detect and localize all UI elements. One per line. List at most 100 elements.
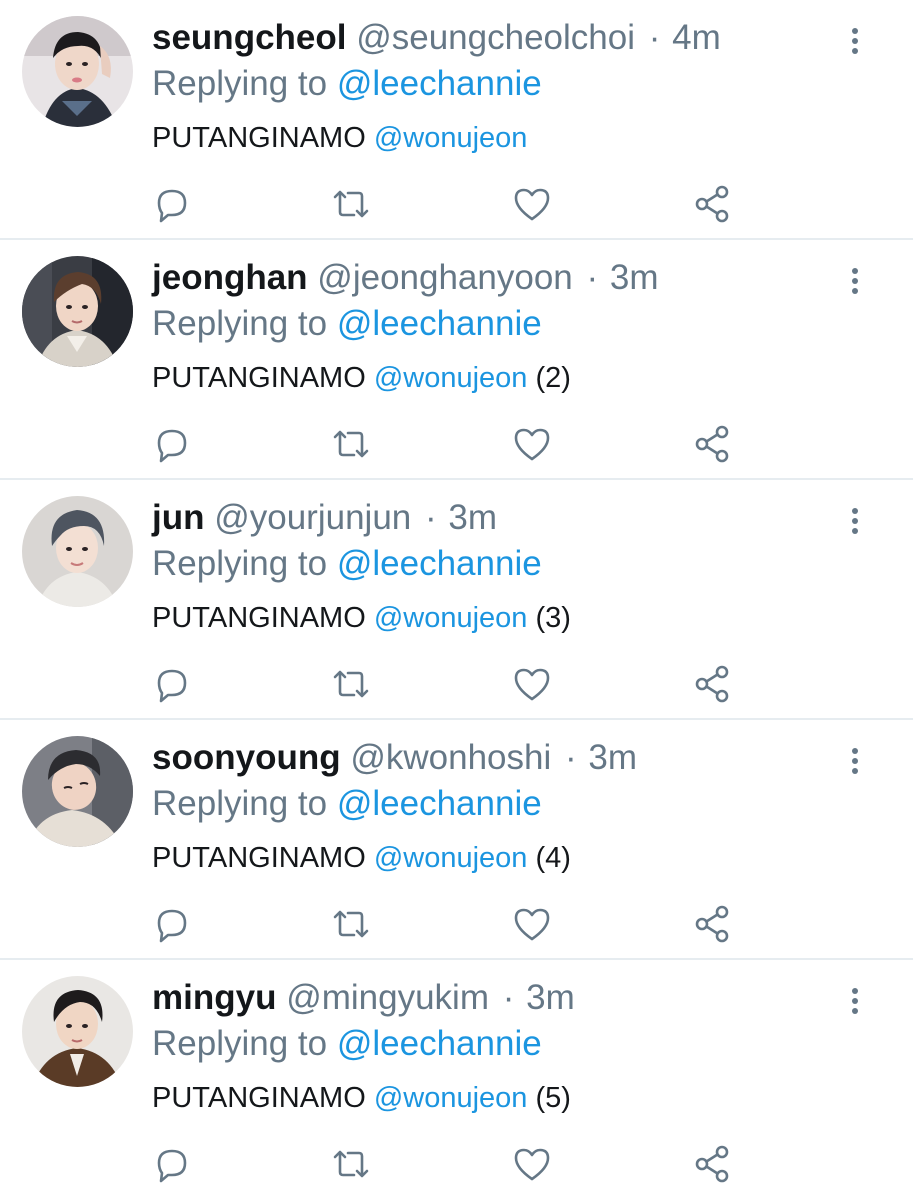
like-icon[interactable] <box>510 662 554 706</box>
tweet-body-suffix: (5) <box>535 1082 571 1114</box>
tweet-header: jun @yourjunjun · 3m <box>152 496 497 540</box>
timestamp[interactable]: 3m <box>448 498 497 537</box>
replying-to-label: Replying to <box>152 544 328 583</box>
tweet-text: PUTANGINAMO @wonujeon (3) <box>152 598 571 638</box>
share-icon[interactable] <box>690 422 734 466</box>
retweet-icon[interactable] <box>329 902 373 946</box>
like-icon[interactable] <box>510 902 554 946</box>
timestamp[interactable]: 4m <box>672 18 721 57</box>
replying-to: Replying to @leechannie <box>152 302 542 346</box>
like-icon[interactable] <box>510 422 554 466</box>
retweet-icon[interactable] <box>329 662 373 706</box>
tweet-header: jeonghan @jeonghanyoon · 3m <box>152 256 659 300</box>
tweet-header: soonyoung @kwonhoshi · 3m <box>152 736 637 780</box>
replying-to-link[interactable]: @leechannie <box>337 304 542 343</box>
share-icon[interactable] <box>690 1142 734 1186</box>
display-name[interactable]: seungcheol <box>152 18 346 57</box>
tweet-body-suffix: (3) <box>535 602 571 634</box>
mention-link[interactable]: @wonujeon <box>374 602 528 634</box>
tweet[interactable]: soonyoung @kwonhoshi · 3m Replying to @l… <box>0 720 913 960</box>
display-name[interactable]: mingyu <box>152 978 276 1017</box>
timestamp[interactable]: 3m <box>610 258 659 297</box>
user-handle[interactable]: @jeonghanyoon <box>317 258 572 297</box>
like-icon[interactable] <box>510 182 554 226</box>
more-options-icon[interactable] <box>842 986 868 1016</box>
timestamp[interactable]: 3m <box>588 738 637 777</box>
tweet-text: PUTANGINAMO @wonujeon <box>152 118 527 158</box>
mention-link[interactable]: @wonujeon <box>374 122 528 154</box>
tweet-header: seungcheol @seungcheolchoi · 4m <box>152 16 721 60</box>
user-handle[interactable]: @mingyukim <box>286 978 489 1017</box>
tweet[interactable]: jeonghan @jeonghanyoon · 3m Replying to … <box>0 240 913 480</box>
tweet-text: PUTANGINAMO @wonujeon (2) <box>152 358 571 398</box>
replying-to: Replying to @leechannie <box>152 542 542 586</box>
user-handle[interactable]: @yourjunjun <box>214 498 411 537</box>
display-name[interactable]: jeonghan <box>152 258 308 297</box>
more-options-icon[interactable] <box>842 506 868 536</box>
replying-to: Replying to @leechannie <box>152 1022 542 1066</box>
tweet-body-suffix: (2) <box>535 362 571 394</box>
tweet[interactable]: jun @yourjunjun · 3m Replying to @leecha… <box>0 480 913 720</box>
reply-icon[interactable] <box>150 182 194 226</box>
tweet-text: PUTANGINAMO @wonujeon (5) <box>152 1078 571 1118</box>
replying-to-link[interactable]: @leechannie <box>337 544 542 583</box>
tweet-text: PUTANGINAMO @wonujeon (4) <box>152 838 571 878</box>
tweet[interactable]: mingyu @mingyukim · 3m Replying to @leec… <box>0 960 913 1200</box>
tweet-body-text: PUTANGINAMO <box>152 362 366 394</box>
separator-dot: · <box>564 738 577 777</box>
share-icon[interactable] <box>690 902 734 946</box>
more-options-icon[interactable] <box>842 746 868 776</box>
tweet-body-text: PUTANGINAMO <box>152 122 366 154</box>
replying-to-link[interactable]: @leechannie <box>337 1024 542 1063</box>
reply-icon[interactable] <box>150 902 194 946</box>
tweet-body-suffix: (4) <box>535 842 571 874</box>
mention-link[interactable]: @wonujeon <box>374 1082 528 1114</box>
avatar[interactable] <box>22 256 133 367</box>
more-options-icon[interactable] <box>842 266 868 296</box>
timestamp[interactable]: 3m <box>526 978 575 1017</box>
separator-dot: · <box>648 18 661 57</box>
reply-icon[interactable] <box>150 662 194 706</box>
tweet-actions <box>0 182 913 226</box>
mention-link[interactable]: @wonujeon <box>374 362 528 394</box>
replying-to: Replying to @leechannie <box>152 62 542 106</box>
separator-dot: · <box>586 258 599 297</box>
mention-link[interactable]: @wonujeon <box>374 842 528 874</box>
retweet-icon[interactable] <box>329 182 373 226</box>
replying-to-label: Replying to <box>152 304 328 343</box>
avatar[interactable] <box>22 736 133 847</box>
tweet-header: mingyu @mingyukim · 3m <box>152 976 575 1020</box>
tweet-actions <box>0 662 913 706</box>
retweet-icon[interactable] <box>329 1142 373 1186</box>
replying-to-label: Replying to <box>152 1024 328 1063</box>
reply-feed: seungcheol @seungcheolchoi · 4m Replying… <box>0 0 913 1200</box>
tweet-actions <box>0 902 913 946</box>
replying-to-link[interactable]: @leechannie <box>337 784 542 823</box>
tweet-actions <box>0 422 913 466</box>
avatar[interactable] <box>22 976 133 1087</box>
tweet-body-text: PUTANGINAMO <box>152 1082 366 1114</box>
user-handle[interactable]: @kwonhoshi <box>350 738 551 777</box>
share-icon[interactable] <box>690 182 734 226</box>
display-name[interactable]: soonyoung <box>152 738 341 777</box>
separator-dot: · <box>502 978 515 1017</box>
replying-to: Replying to @leechannie <box>152 782 542 826</box>
replying-to-label: Replying to <box>152 784 328 823</box>
tweet-body-text: PUTANGINAMO <box>152 602 366 634</box>
tweet-actions <box>0 1142 913 1186</box>
reply-icon[interactable] <box>150 1142 194 1186</box>
retweet-icon[interactable] <box>329 422 373 466</box>
replying-to-link[interactable]: @leechannie <box>337 64 542 103</box>
avatar[interactable] <box>22 16 133 127</box>
tweet[interactable]: seungcheol @seungcheolchoi · 4m Replying… <box>0 0 913 240</box>
more-options-icon[interactable] <box>842 26 868 56</box>
like-icon[interactable] <box>510 1142 554 1186</box>
replying-to-label: Replying to <box>152 64 328 103</box>
share-icon[interactable] <box>690 662 734 706</box>
separator-dot: · <box>424 498 437 537</box>
display-name[interactable]: jun <box>152 498 204 537</box>
avatar[interactable] <box>22 496 133 607</box>
user-handle[interactable]: @seungcheolchoi <box>356 18 635 57</box>
tweet-body-text: PUTANGINAMO <box>152 842 366 874</box>
reply-icon[interactable] <box>150 422 194 466</box>
